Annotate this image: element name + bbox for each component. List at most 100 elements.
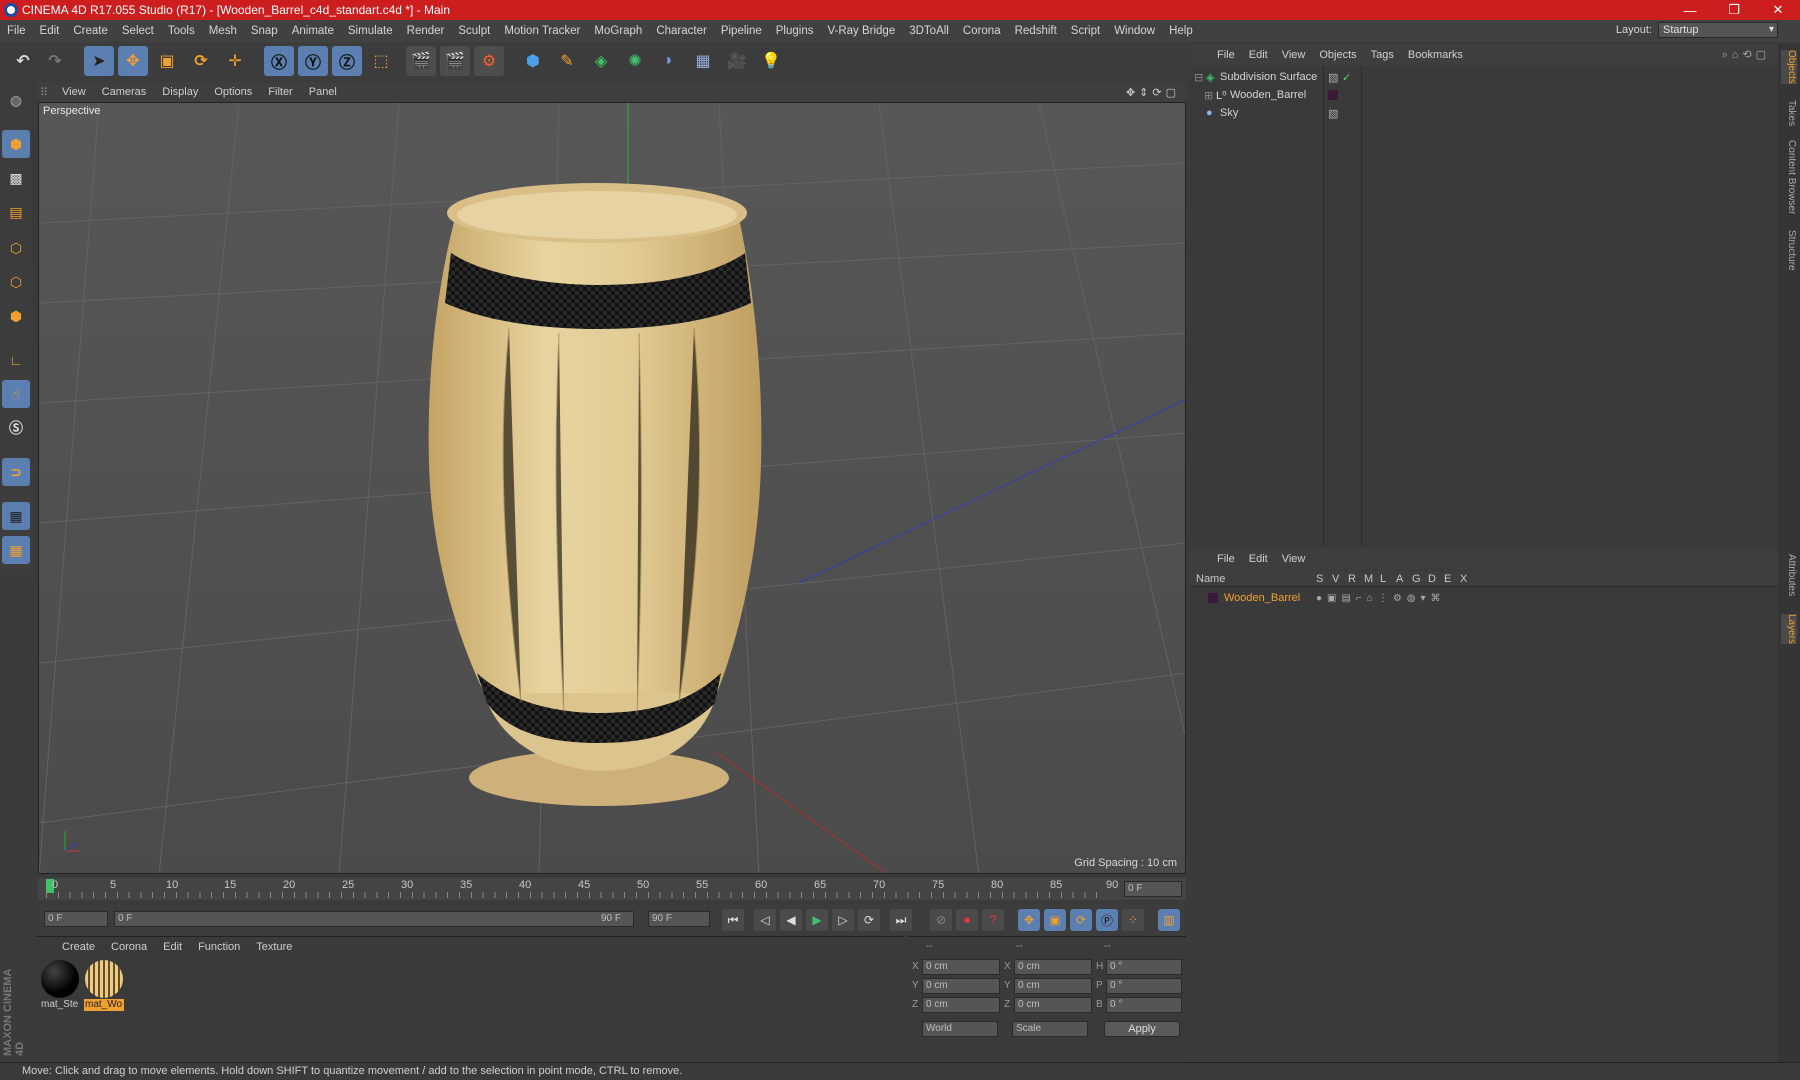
menu-snap[interactable]: Snap	[244, 25, 285, 37]
menu-file[interactable]: File	[0, 25, 33, 37]
position-z-field[interactable]: 0 cm	[922, 997, 1000, 1013]
menu-select[interactable]: Select	[115, 25, 161, 37]
polygons-mode-icon[interactable]: ⬢	[2, 302, 30, 330]
position-y-field[interactable]: 0 cm	[922, 978, 1000, 994]
start-frame-field[interactable]: 0 F	[44, 911, 108, 927]
magnet-icon[interactable]: ⊃	[2, 458, 30, 486]
tab-attributes[interactable]: Attributes	[1781, 554, 1797, 596]
viewport-menu-panel[interactable]: Panel	[301, 86, 345, 98]
menu-vray-bridge[interactable]: V-Ray Bridge	[820, 25, 902, 37]
subdivision-surface-icon[interactable]: ◈	[586, 46, 616, 76]
object-row-sky[interactable]: ● Sky ▧	[1190, 104, 1778, 122]
menu-window[interactable]: Window	[1107, 25, 1162, 37]
size-y-field[interactable]: 0 cm	[1014, 978, 1092, 994]
menu-corona[interactable]: Corona	[956, 25, 1008, 37]
snap-icon[interactable]: Ⓢ	[2, 414, 30, 442]
layer-color-icon[interactable]	[1328, 90, 1338, 100]
key-parameter-icon[interactable]: Ⓟ	[1096, 909, 1118, 931]
previous-keyframe-icon[interactable]: ◁	[754, 909, 776, 931]
wooden-barrel-model[interactable]	[428, 183, 762, 806]
autokey-icon[interactable]: ?	[982, 909, 1004, 931]
end-frame-field[interactable]: 90 F	[648, 911, 710, 927]
layers-menu-view[interactable]: View	[1275, 553, 1313, 565]
redo-icon[interactable]: ↷	[40, 46, 70, 76]
objects-menu-edit[interactable]: Edit	[1242, 49, 1275, 61]
menu-script[interactable]: Script	[1064, 25, 1107, 37]
layer-row-barrel[interactable]: Wooden_Barrel ●▣▤⌐⌂⋮⚙◍▾⌘	[1190, 589, 1778, 607]
layers-menu-file[interactable]: File	[1210, 553, 1242, 565]
key-pla-icon[interactable]: ⁘	[1122, 909, 1144, 931]
make-editable-icon[interactable]: ◍	[2, 86, 30, 114]
light-bulb-icon[interactable]: 💡	[756, 46, 786, 76]
menu-redshift[interactable]: Redshift	[1008, 25, 1064, 37]
layers-menu-edit[interactable]: Edit	[1242, 553, 1275, 565]
deformer-icon[interactable]: ◗	[654, 46, 684, 76]
material-menu-create[interactable]: Create	[54, 941, 103, 953]
record-active-icon[interactable]: ⏺	[956, 909, 978, 931]
drag-handle-icon[interactable]: ⠿	[36, 86, 54, 99]
tab-structure[interactable]: Structure	[1781, 230, 1797, 271]
mograph-cloner-icon[interactable]: ✺	[620, 46, 650, 76]
size-x-field[interactable]: 0 cm	[1014, 959, 1092, 975]
render-settings-icon[interactable]: ⚙	[474, 46, 504, 76]
menu-create[interactable]: Create	[66, 25, 115, 37]
viewport-menu-display[interactable]: Display	[154, 86, 206, 98]
layout-dropdown[interactable]: Startup	[1658, 22, 1778, 38]
previous-frame-icon[interactable]: ◀	[780, 909, 802, 931]
menu-motion-tracker[interactable]: Motion Tracker	[497, 25, 587, 37]
undo-icon[interactable]: ↶	[8, 46, 38, 76]
visibility-toggle-icon[interactable]: ▧	[1328, 71, 1338, 84]
cube-primitive-icon[interactable]: ⬢	[518, 46, 548, 76]
size-z-field[interactable]: 0 cm	[1014, 997, 1092, 1013]
key-scale-icon[interactable]: ▣	[1044, 909, 1066, 931]
live-selection-icon[interactable]: ✛	[220, 46, 250, 76]
layer-toggle-icons[interactable]: ●▣▤⌐⌂⋮⚙◍▾⌘	[1316, 593, 1446, 604]
objects-menu-objects[interactable]: Objects	[1312, 49, 1363, 61]
tab-content-browser[interactable]: Content Browser	[1781, 140, 1797, 214]
menu-mesh[interactable]: Mesh	[202, 25, 244, 37]
size-mode-dropdown[interactable]: Scale	[1012, 1021, 1088, 1037]
next-keyframe-icon[interactable]: ⟳	[858, 909, 880, 931]
material-menu-function[interactable]: Function	[190, 941, 248, 953]
timeline-ruler[interactable]: 0 5 10 15 20 25 30 35 40 45 50 55 60 65 …	[38, 878, 1186, 900]
menu-help[interactable]: Help	[1162, 25, 1200, 37]
menu-character[interactable]: Character	[649, 25, 714, 37]
record-disabled-icon[interactable]: ⊘	[930, 909, 952, 931]
coordinate-mode-dropdown[interactable]: World	[922, 1021, 998, 1037]
tree-expand-icon[interactable]: ⊟	[1194, 71, 1206, 84]
grid-snap-icon[interactable]: ▦	[2, 536, 30, 564]
axis-mode-icon[interactable]: ∟	[2, 346, 30, 374]
object-row-subdivision[interactable]: ⊟ ◈ Subdivision Surface ▧ ✓	[1190, 68, 1778, 86]
tweak-mode-icon[interactable]: ☝	[2, 380, 30, 408]
object-row-barrel[interactable]: ⊞ L⁰ Wooden_Barrel	[1190, 86, 1778, 104]
rotation-p-field[interactable]: 0 °	[1106, 978, 1182, 994]
edges-mode-icon[interactable]: ⬡	[2, 268, 30, 296]
material-steel[interactable]: mat_Ste	[40, 959, 80, 1013]
viewport-menu-cameras[interactable]: Cameras	[94, 86, 155, 98]
menu-render[interactable]: Render	[400, 25, 452, 37]
next-frame-icon[interactable]: ▷	[832, 909, 854, 931]
points-mode-icon[interactable]: ⬡	[2, 234, 30, 262]
move-tool-icon[interactable]: ✥	[118, 46, 148, 76]
z-axis-lock-icon[interactable]: Ⓩ	[332, 46, 362, 76]
spline-pen-icon[interactable]: ✎	[552, 46, 582, 76]
menu-tools[interactable]: Tools	[161, 25, 202, 37]
lock-workplane-icon[interactable]: ▦	[2, 502, 30, 530]
menu-edit[interactable]: Edit	[33, 25, 67, 37]
enabled-check-icon[interactable]: ✓	[1342, 71, 1351, 84]
menu-3dtoall[interactable]: 3DToAll	[902, 25, 956, 37]
go-to-end-icon[interactable]: ⏭	[890, 909, 912, 931]
apply-button[interactable]: Apply	[1104, 1021, 1180, 1037]
menu-plugins[interactable]: Plugins	[769, 25, 821, 37]
workplane-icon[interactable]: ▤	[2, 198, 30, 226]
model-mode-icon[interactable]: ⬢	[2, 130, 30, 158]
menu-mograph[interactable]: MoGraph	[587, 25, 649, 37]
select-arrow-icon[interactable]: ➤	[84, 46, 114, 76]
position-x-field[interactable]: 0 cm	[922, 959, 1000, 975]
rotation-h-field[interactable]: 0 °	[1106, 959, 1182, 975]
layer-color-swatch-icon[interactable]	[1208, 593, 1218, 603]
key-position-icon[interactable]: ✥	[1018, 909, 1040, 931]
material-menu-texture[interactable]: Texture	[248, 941, 300, 953]
texture-mode-icon[interactable]: ▩	[2, 164, 30, 192]
viewport-menu-options[interactable]: Options	[206, 86, 260, 98]
